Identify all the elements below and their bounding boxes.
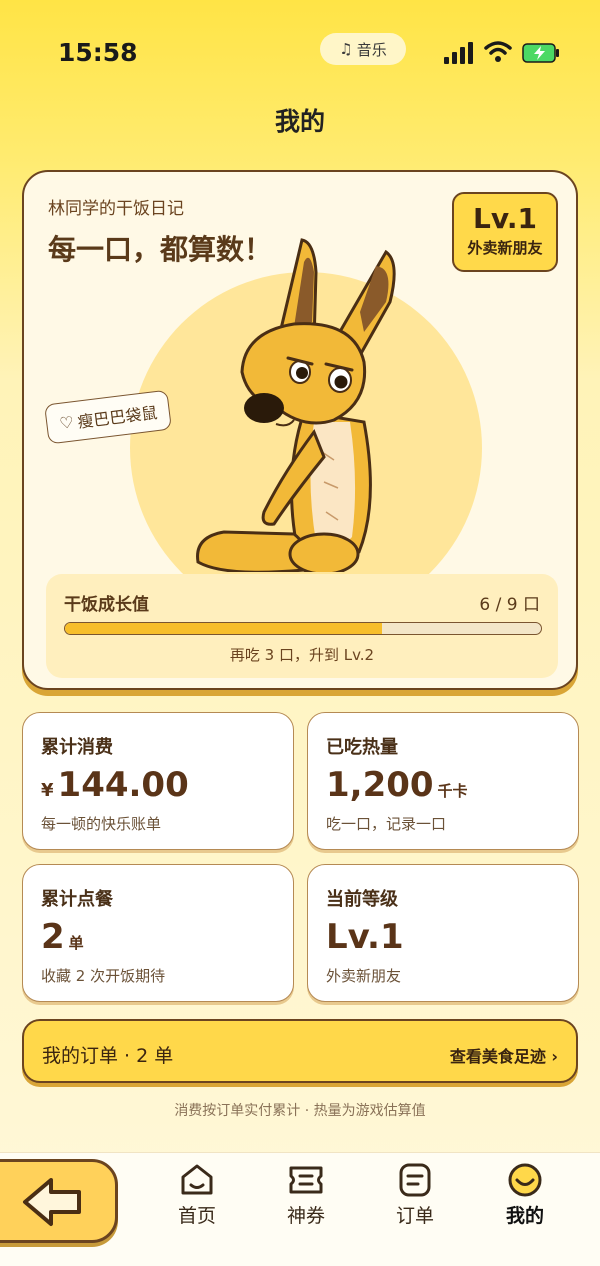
stat-label: 当前等级: [326, 889, 398, 910]
nav-item-mine[interactable]: 我的: [485, 1163, 565, 1228]
stat-label: 已吃热量: [326, 737, 398, 758]
growth-count: 6 / 9 口: [479, 595, 540, 615]
stat-number: 2: [41, 917, 65, 957]
status-bar: 15:58 ♫ 音乐: [0, 0, 600, 100]
level-badge: Lv.1 外卖新朋友: [452, 192, 558, 272]
stat-desc: 吃一口，记录一口: [326, 815, 447, 833]
heart-icon: ♡: [58, 411, 75, 433]
level-name: 外卖新朋友: [467, 239, 543, 257]
nav-item-home[interactable]: 首页: [157, 1163, 237, 1228]
nav-label: 首页: [177, 1205, 216, 1227]
growth-progress: 干饭成长值 6 / 9 口 再吃 3 口，升到 Lv.2: [46, 574, 558, 678]
stat-value: 1,200 千卡: [326, 765, 468, 805]
coupon-icon: [289, 1166, 323, 1194]
status-time: 15:58: [58, 38, 138, 67]
stat-label: 累计消费: [41, 737, 113, 758]
stat-value: 2 单: [41, 917, 84, 957]
stat-card-spending[interactable]: 累计消费 ¥ 144.00 每一顿的快乐账单: [22, 712, 294, 850]
pet-tag-label: 瘦巴巴袋鼠: [76, 403, 159, 432]
kangaroo-mascot: [196, 238, 396, 572]
nav-item-orders[interactable]: 订单: [375, 1163, 455, 1228]
order-icon: [399, 1163, 431, 1197]
battery-icon: [522, 43, 559, 63]
back-button[interactable]: [0, 1159, 118, 1243]
nav-label: 神券: [286, 1205, 325, 1227]
footnote: 消费按订单实付累计 · 热量为游戏估算值: [174, 1103, 426, 1119]
smiley-icon: [508, 1163, 542, 1197]
music-pill[interactable]: ♫ 音乐: [320, 33, 406, 65]
page-title: 我的: [274, 107, 325, 136]
growth-progress-track: [64, 622, 542, 635]
growth-progress-fill: [65, 623, 383, 634]
music-note-icon: ♫: [339, 40, 353, 58]
hero-subtitle: 林同学的干饭日记: [48, 199, 184, 219]
stat-card-calories[interactable]: 已吃热量 1,200 千卡 吃一口，记录一口: [307, 712, 579, 850]
growth-label: 干饭成长值: [64, 595, 149, 615]
stat-label: 累计点餐: [41, 889, 113, 910]
hero-card: 林同学的干饭日记 每一口，都算数！ Lv.1 外卖新朋友 ♡ 瘦巴巴袋鼠 干饭成…: [22, 170, 578, 690]
arrow-left-icon: [23, 1178, 81, 1226]
stat-value: Lv.1: [326, 917, 404, 957]
nav-label: 我的: [505, 1205, 544, 1227]
stat-number: Lv.1: [326, 917, 404, 957]
music-label: 音乐: [356, 40, 387, 59]
signal-icon: [444, 42, 473, 64]
currency-symbol: ¥: [41, 780, 54, 801]
stat-card-orders[interactable]: 累计点餐 2 单 收藏 2 次开饭期待: [22, 864, 294, 1002]
stat-desc: 每一顿的快乐账单: [41, 815, 162, 833]
stat-desc: 收藏 2 次开饭期待: [41, 967, 166, 985]
nav-item-coupon[interactable]: 神券: [266, 1163, 346, 1228]
level-label: Lv.1: [473, 202, 537, 235]
my-orders-bar[interactable]: 我的订单 · 2 单 查看美食足迹 ›: [22, 1019, 578, 1083]
stat-number: 144.00: [57, 765, 189, 805]
nav-label: 订单: [395, 1205, 434, 1227]
stat-desc: 外卖新朋友: [326, 967, 402, 985]
stat-card-level[interactable]: 当前等级 Lv.1 外卖新朋友: [307, 864, 579, 1002]
growth-hint: 再吃 3 口，升到 Lv.2: [229, 646, 375, 664]
stat-unit: 千卡: [437, 782, 468, 800]
orders-label: 我的订单 · 2 单: [42, 1045, 174, 1067]
food-footprint-link[interactable]: 查看美食足迹 ›: [450, 1043, 558, 1067]
stat-value: ¥ 144.00: [41, 765, 189, 805]
bottom-nav: 首页 神券 订单 我的: [0, 1152, 600, 1266]
wifi-icon: [484, 41, 512, 62]
stat-number: 1,200: [326, 765, 434, 805]
stat-unit: 单: [68, 934, 84, 952]
home-icon: [181, 1164, 213, 1195]
